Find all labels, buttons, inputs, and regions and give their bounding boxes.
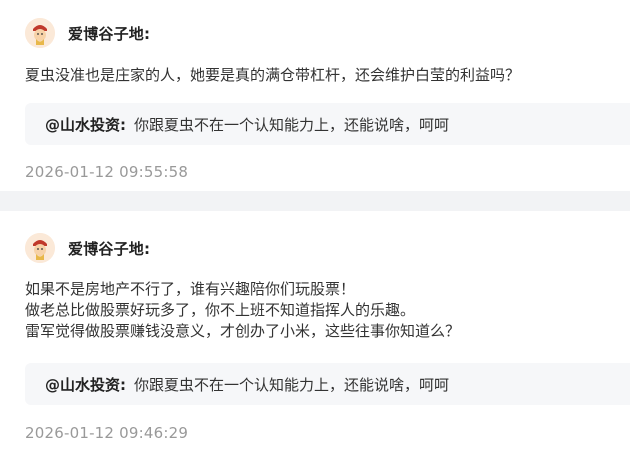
- quoted-reply: @山水投资: 你跟夏虫不在一个认知能力上，还能说啥，呵呵: [25, 103, 630, 145]
- reply-text: 你跟夏虫不在一个认知能力上，还能说啥，呵呵: [134, 375, 450, 394]
- comment-card: 爱博谷子地: 夏虫没准也是庄家的人，她要是真的满仓带杠杆，还会维护白莹的利益吗？…: [0, 0, 630, 191]
- timestamp: 2026-01-12 09:55:58: [25, 163, 189, 181]
- comment-text: 夏虫没准也是庄家的人，她要是真的满仓带杠杆，还会维护白莹的利益吗？: [25, 65, 620, 86]
- comment-line: 做老总比做股票好玩多了，你不上班不知道指挥人的乐趣。: [25, 301, 416, 319]
- reply-user[interactable]: @山水投资:: [45, 374, 126, 395]
- comment-header: 爱博谷子地:: [25, 233, 150, 263]
- comment-line: 如果不是房地产不行了，谁有兴趣陪你们玩股票！: [25, 280, 356, 298]
- reply-user[interactable]: @山水投资:: [45, 114, 126, 135]
- comment-line: 雷军觉得做股票赚钱没意义，才创办了小米，这些往事你知道么？: [25, 322, 461, 340]
- comment-card: 爱博谷子地: 如果不是房地产不行了，谁有兴趣陪你们玩股票！ 做老总比做股票好玩多…: [0, 211, 630, 451]
- timestamp: 2026-01-12 09:46:29: [25, 424, 189, 442]
- author-name[interactable]: 爱博谷子地:: [68, 238, 150, 259]
- avatar[interactable]: [25, 233, 55, 263]
- comment-line: 夏虫没准也是庄家的人，她要是真的满仓带杠杆，还会维护白莹的利益吗？: [25, 66, 521, 84]
- avatar[interactable]: [25, 18, 55, 48]
- quoted-reply: @山水投资: 你跟夏虫不在一个认知能力上，还能说啥，呵呵: [25, 363, 630, 405]
- comment-text: 如果不是房地产不行了，谁有兴趣陪你们玩股票！ 做老总比做股票好玩多了，你不上班不…: [25, 279, 620, 342]
- divider: [0, 191, 630, 211]
- author-name[interactable]: 爱博谷子地:: [68, 23, 150, 44]
- reply-text: 你跟夏虫不在一个认知能力上，还能说啥，呵呵: [134, 115, 450, 134]
- comment-header: 爱博谷子地:: [25, 18, 150, 48]
